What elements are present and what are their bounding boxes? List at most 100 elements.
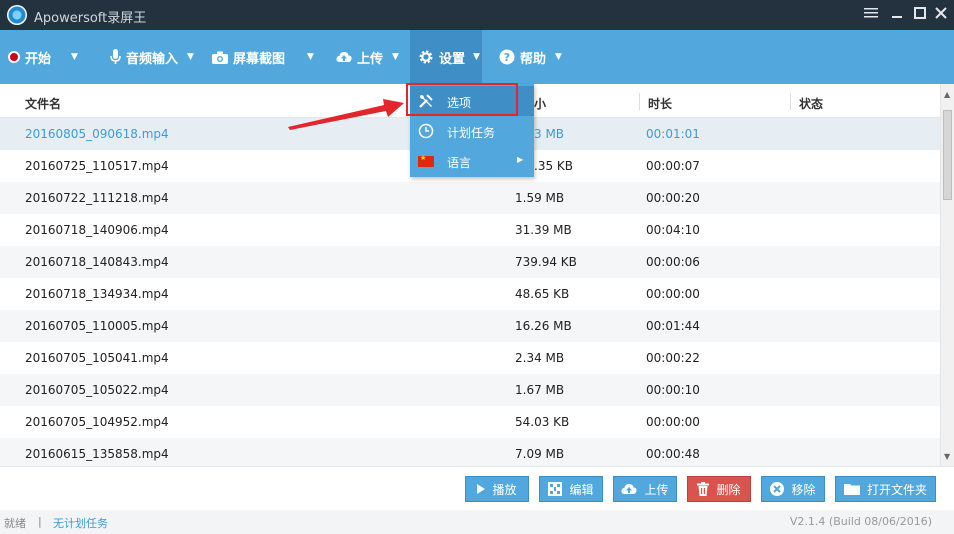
table-row[interactable]: 20160718_134934.mp4 48.65 KB 00:00:00 <box>0 278 940 310</box>
main-toolbar: 开始 ▼ 音频输入 ▼ 屏幕截图 ▼ 上传 ▼ 设置 ▼ ? 帮助 ▼ <box>0 30 954 84</box>
menu-label-schedule: 计划任务 <box>447 126 496 140</box>
chevron-down-icon[interactable]: ▼ <box>187 52 194 62</box>
audio-input-button[interactable]: 音频输入 ▼ <box>110 30 194 84</box>
file-size: 1.67 MB <box>515 383 565 397</box>
open-folder-button[interactable]: 打开文件夹 <box>835 476 936 502</box>
settings-label: 设置 <box>439 51 466 67</box>
chevron-down-icon[interactable]: ▼ <box>473 52 480 62</box>
maximize-icon[interactable] <box>911 6 929 24</box>
upload-label: 上传 <box>644 482 669 497</box>
file-duration: 00:04:10 <box>646 223 700 237</box>
column-header-duration[interactable]: 时长 <box>648 95 672 112</box>
file-duration: 00:00:00 <box>646 287 700 301</box>
file-size: 3 MB <box>534 127 565 141</box>
play-label: 播放 <box>492 482 517 497</box>
table-row[interactable]: 20160718_140906.mp4 31.39 MB 00:04:10 <box>0 214 940 246</box>
title-bar: Apowersoft录屏王 <box>0 0 954 30</box>
table-row[interactable]: 20160722_111218.mp4 1.59 MB 00:00:20 <box>0 182 940 214</box>
clock-icon <box>418 123 434 139</box>
play-icon <box>477 484 486 494</box>
gear-icon <box>418 49 434 65</box>
settings-button[interactable]: 设置 ▼ <box>410 30 482 84</box>
close-icon[interactable] <box>932 6 950 24</box>
upload-toolbar-label: 上传 <box>357 51 384 67</box>
table-row[interactable]: 20160718_140843.mp4 739.94 KB 00:00:06 <box>0 246 940 278</box>
table-row[interactable]: 20160705_110005.mp4 16.26 MB 00:01:44 <box>0 310 940 342</box>
scrollbar-thumb[interactable] <box>943 110 952 200</box>
column-divider[interactable] <box>639 93 640 110</box>
annotation-highlight-box <box>406 83 518 116</box>
chevron-down-icon[interactable]: ▼ <box>307 52 314 62</box>
remove-label: 移除 <box>791 482 816 497</box>
chevron-down-icon[interactable]: ▼ <box>71 52 78 62</box>
file-duration: 00:01:01 <box>646 127 700 141</box>
file-name: 20160718_140843.mp4 <box>25 255 169 269</box>
file-name: 20160705_104952.mp4 <box>25 415 169 429</box>
microphone-icon <box>110 49 121 65</box>
file-duration: 00:00:00 <box>646 415 700 429</box>
action-bar: 播放 编辑 上传 删除 移除 打开文件夹 <box>0 466 954 510</box>
file-name: 20160705_105022.mp4 <box>25 383 169 397</box>
edit-button[interactable]: 编辑 <box>539 476 603 502</box>
trash-icon <box>697 482 710 496</box>
file-name: 20160718_134934.mp4 <box>25 287 169 301</box>
screenshot-label: 屏幕截图 <box>233 51 286 67</box>
status-ready: 就绪 <box>4 517 26 530</box>
menu-lines-icon[interactable] <box>862 6 880 24</box>
schedule-status-link[interactable]: 无计划任务 <box>53 515 108 531</box>
column-header-name[interactable]: 文件名 <box>25 95 61 112</box>
table-row[interactable]: 20160705_105022.mp4 1.67 MB 00:00:10 <box>0 374 940 406</box>
table-row[interactable]: 20160705_105041.mp4 2.34 MB 00:00:22 <box>0 342 940 374</box>
annotation-arrow-icon <box>288 99 404 130</box>
upload-button[interactable]: 上传 <box>613 476 677 502</box>
file-duration: 00:00:10 <box>646 383 700 397</box>
help-label: 帮助 <box>520 51 547 67</box>
play-button[interactable]: 播放 <box>465 476 529 502</box>
status-separator: | <box>38 515 42 528</box>
file-duration: 00:00:48 <box>646 447 700 461</box>
upload-toolbar-button[interactable]: 上传 ▼ <box>336 30 399 84</box>
chevron-down-icon[interactable]: ▼ <box>555 52 562 62</box>
file-name: 20160705_105041.mp4 <box>25 351 169 365</box>
minimize-icon[interactable] <box>888 6 906 24</box>
status-bar: 就绪 | 无计划任务 V2.1.4 (Build 08/06/2016) <box>0 510 954 534</box>
vertical-scrollbar[interactable]: ▲ ▼ <box>940 84 954 466</box>
delete-label: 删除 <box>716 482 741 497</box>
screenshot-button[interactable]: 屏幕截图 ▼ <box>212 30 314 84</box>
file-size: 2.34 MB <box>515 351 565 365</box>
audio-input-label: 音频输入 <box>126 51 179 67</box>
scroll-down-icon[interactable]: ▼ <box>944 452 950 461</box>
column-header-size[interactable]: 小 <box>534 95 546 112</box>
table-row[interactable]: 20160615_135858.mp4 7.09 MB 00:00:48 <box>0 438 940 466</box>
open-folder-label: 打开文件夹 <box>866 482 927 497</box>
cloud-upload-icon <box>336 51 352 63</box>
file-size: 31.39 MB <box>515 223 572 237</box>
file-size: 7.09 MB <box>515 447 565 461</box>
chevron-down-icon[interactable]: ▼ <box>392 52 399 62</box>
column-header-status[interactable]: 状态 <box>799 95 823 112</box>
file-size: 739.94 KB <box>515 255 577 269</box>
folder-icon <box>843 483 860 495</box>
help-button[interactable]: ? 帮助 ▼ <box>499 30 562 84</box>
file-name: 20160718_140906.mp4 <box>25 223 169 237</box>
film-edit-icon <box>548 482 563 496</box>
record-dot-icon <box>8 51 20 63</box>
menu-item-schedule[interactable]: 计划任务 <box>410 116 534 146</box>
remove-button[interactable]: 移除 <box>761 476 825 502</box>
table-row[interactable]: 20160705_104952.mp4 54.03 KB 00:00:00 <box>0 406 940 438</box>
start-label: 开始 <box>25 51 52 67</box>
file-name: 20160615_135858.mp4 <box>25 447 169 461</box>
help-circle-icon: ? <box>499 49 515 65</box>
start-record-button[interactable]: 开始 ▼ <box>8 30 78 84</box>
delete-button[interactable]: 删除 <box>687 476 751 502</box>
file-duration: 00:01:44 <box>646 319 700 333</box>
chevron-right-icon: ▶ <box>517 155 524 164</box>
column-divider[interactable] <box>790 93 791 110</box>
menu-label-language: 语言 <box>447 156 472 170</box>
remove-circle-icon <box>770 482 785 496</box>
window-title: Apowersoft录屏王 <box>34 11 147 26</box>
version-label: V2.1.4 (Build 08/06/2016) <box>789 515 932 528</box>
menu-item-language[interactable]: 语言 ▶ <box>410 146 534 176</box>
camera-icon <box>212 51 228 64</box>
scroll-up-icon[interactable]: ▲ <box>944 90 950 99</box>
